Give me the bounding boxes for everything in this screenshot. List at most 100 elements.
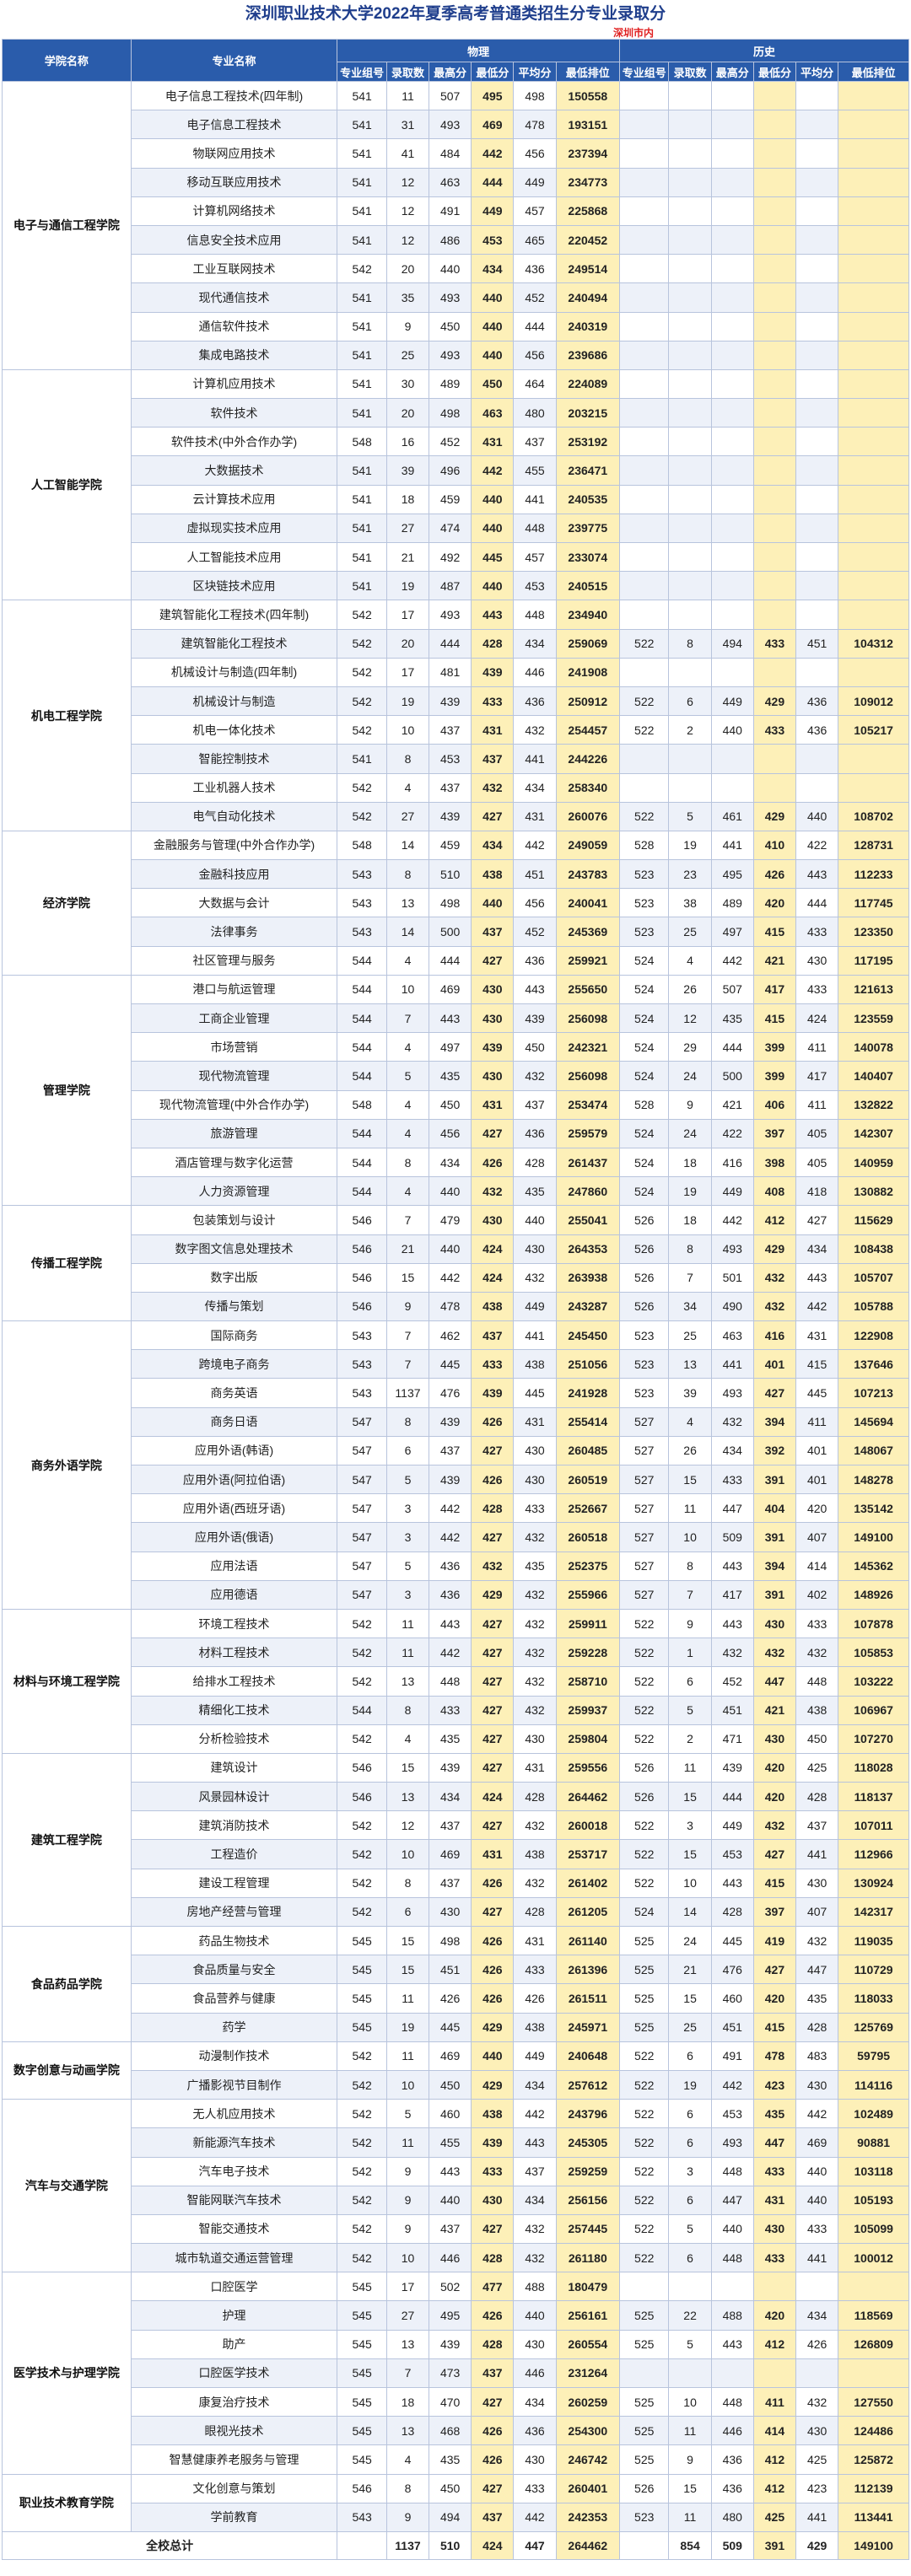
total-cell: 264462 [555, 2530, 620, 2560]
score-cell: 35 [385, 282, 430, 313]
score-cell: 264353 [555, 1234, 620, 1264]
score-cell: 448 [710, 2386, 754, 2417]
score-cell: 541 [337, 80, 387, 111]
score-cell: 443 [795, 1262, 839, 1293]
score-cell: 128731 [838, 830, 909, 861]
major-name: 集成电路技术 [130, 340, 338, 370]
score-cell: 119035 [838, 1925, 909, 1956]
score-cell: 11 [668, 1752, 712, 1783]
score-cell: 542 [337, 715, 387, 745]
score-cell: 432 [752, 1262, 797, 1293]
score-cell: 259069 [555, 628, 620, 659]
score-cell: 430 [513, 1435, 557, 1466]
score-cell: 542 [337, 2185, 387, 2215]
score-cell: 431 [513, 1406, 557, 1437]
major-name: 现代通信技术 [130, 282, 338, 313]
table-row: 护理 545 27 495 426 440 256161 525 22 488 420 434 1185… [3, 2300, 909, 2331]
score-cell: 125872 [838, 2444, 909, 2475]
score-cell [618, 224, 670, 255]
score-cell: 4 [385, 1032, 430, 1062]
score-cell: 542 [337, 2127, 387, 2158]
score-cell: 442 [710, 1205, 754, 1235]
score-cell: 524 [618, 1147, 670, 1178]
score-cell [710, 2272, 754, 2302]
score-cell: 399 [752, 1032, 797, 1062]
score-cell: 240648 [555, 2041, 620, 2071]
score-cell: 432 [795, 1925, 839, 1956]
score-cell: 541 [337, 455, 387, 486]
college-name: 机电工程学院 [2, 600, 132, 831]
table-row: 康复治疗技术 545 18 470 427 434 260259 525 10 448 411 432… [3, 2386, 909, 2417]
score-cell: 427 [752, 1378, 797, 1408]
score-cell [752, 340, 797, 370]
table-row: 房地产经营与管理 542 6 430 427 428 261205 524 14 428 397 40… [3, 1896, 909, 1928]
major-name: 机械设计与制造 [130, 686, 338, 717]
score-cell: 545 [337, 2358, 387, 2389]
score-cell: 433 [795, 2213, 839, 2245]
score-cell: 542 [337, 1638, 387, 1668]
score-cell: 432 [513, 1638, 557, 1668]
table-row: 工业机器人技术 542 4 437 432 434 258340 [3, 772, 909, 803]
score-cell [618, 455, 670, 486]
score-cell: 469 [795, 2127, 839, 2158]
score-cell: 14 [668, 1896, 712, 1928]
score-cell: 427 [471, 1608, 515, 1639]
score-cell: 260519 [555, 1464, 620, 1495]
score-cell: 391 [752, 1579, 797, 1610]
score-cell: 545 [337, 2272, 387, 2302]
score-cell: 7 [385, 1320, 430, 1351]
score-cell: 436 [513, 945, 557, 976]
score-cell: 440 [471, 2041, 515, 2071]
major-name: 金融科技应用 [130, 859, 338, 890]
table-row: 云计算技术应用 541 18 459 440 441 240535 [3, 484, 909, 514]
score-cell: 137646 [838, 1349, 909, 1379]
score-cell: 394 [752, 1406, 797, 1437]
score-cell: 528 [618, 1089, 670, 1120]
score-cell: 465 [513, 224, 557, 255]
score-cell: 254300 [555, 2416, 620, 2446]
major-name: 旅游管理 [130, 1118, 338, 1148]
table-row: 人力资源管理 544 4 440 432 435 247860 524 19 449 408 418 1… [3, 1176, 909, 1207]
score-cell: 493 [710, 2127, 754, 2158]
table-row: 应用德语 547 3 436 429 432 255966 527 7 417 391 402 1489… [3, 1579, 909, 1610]
score-cell: 31 [385, 110, 430, 140]
score-cell: 9 [385, 1291, 430, 1322]
table-row: 计算机网络技术 541 12 491 449 457 225868 [3, 196, 909, 226]
total-row: 全校总计 1137 510 424 447 264462 854 509 391 429 14910… [1, 2530, 909, 2560]
score-cell: 541 [337, 541, 387, 573]
score-cell: 431 [471, 1839, 515, 1869]
score-cell: 544 [337, 1147, 387, 1178]
table-row: 市场营销 544 4 497 439 450 242321 524 29 444 399 411 140… [3, 1032, 909, 1062]
score-cell: 541 [337, 167, 387, 197]
score-cell: 3 [385, 1579, 430, 1610]
score-cell: 401 [752, 1349, 797, 1379]
score-cell: 4 [385, 772, 430, 803]
major-name: 传播与策划 [130, 1291, 338, 1322]
score-cell: 525 [618, 2329, 670, 2359]
score-cell: 546 [337, 1291, 387, 1322]
score-cell: 525 [618, 2416, 670, 2446]
score-cell: 398 [752, 1147, 797, 1178]
score-cell: 142307 [838, 1118, 909, 1148]
score-cell: 451 [710, 2012, 754, 2042]
score-cell: 481 [429, 657, 472, 687]
score-cell: 456 [429, 1118, 472, 1148]
score-cell [795, 138, 839, 169]
major-name: 电气自动化技术 [130, 801, 338, 831]
score-cell [795, 398, 839, 428]
score-cell: 434 [471, 830, 515, 861]
score-cell: 468 [429, 2416, 472, 2446]
table-row: 建筑消防技术 542 12 437 427 432 260018 522 3 449 432 437 1… [3, 1810, 909, 1841]
score-cell: 3 [385, 1493, 430, 1524]
score-cell [710, 138, 754, 169]
score-cell: 430 [471, 2185, 515, 2215]
score-cell: 441 [795, 2502, 839, 2532]
score-cell: 488 [710, 2300, 754, 2331]
major-name: 信息安全技术应用 [130, 224, 338, 255]
major-name: 工程造价 [130, 1839, 338, 1869]
college-name: 职业技术教育学院 [2, 2473, 132, 2532]
score-cell: 541 [337, 340, 387, 370]
score-cell: 437 [471, 2502, 515, 2532]
major-name: 包装策划与设计 [130, 1205, 338, 1235]
score-cell: 427 [471, 1752, 515, 1783]
